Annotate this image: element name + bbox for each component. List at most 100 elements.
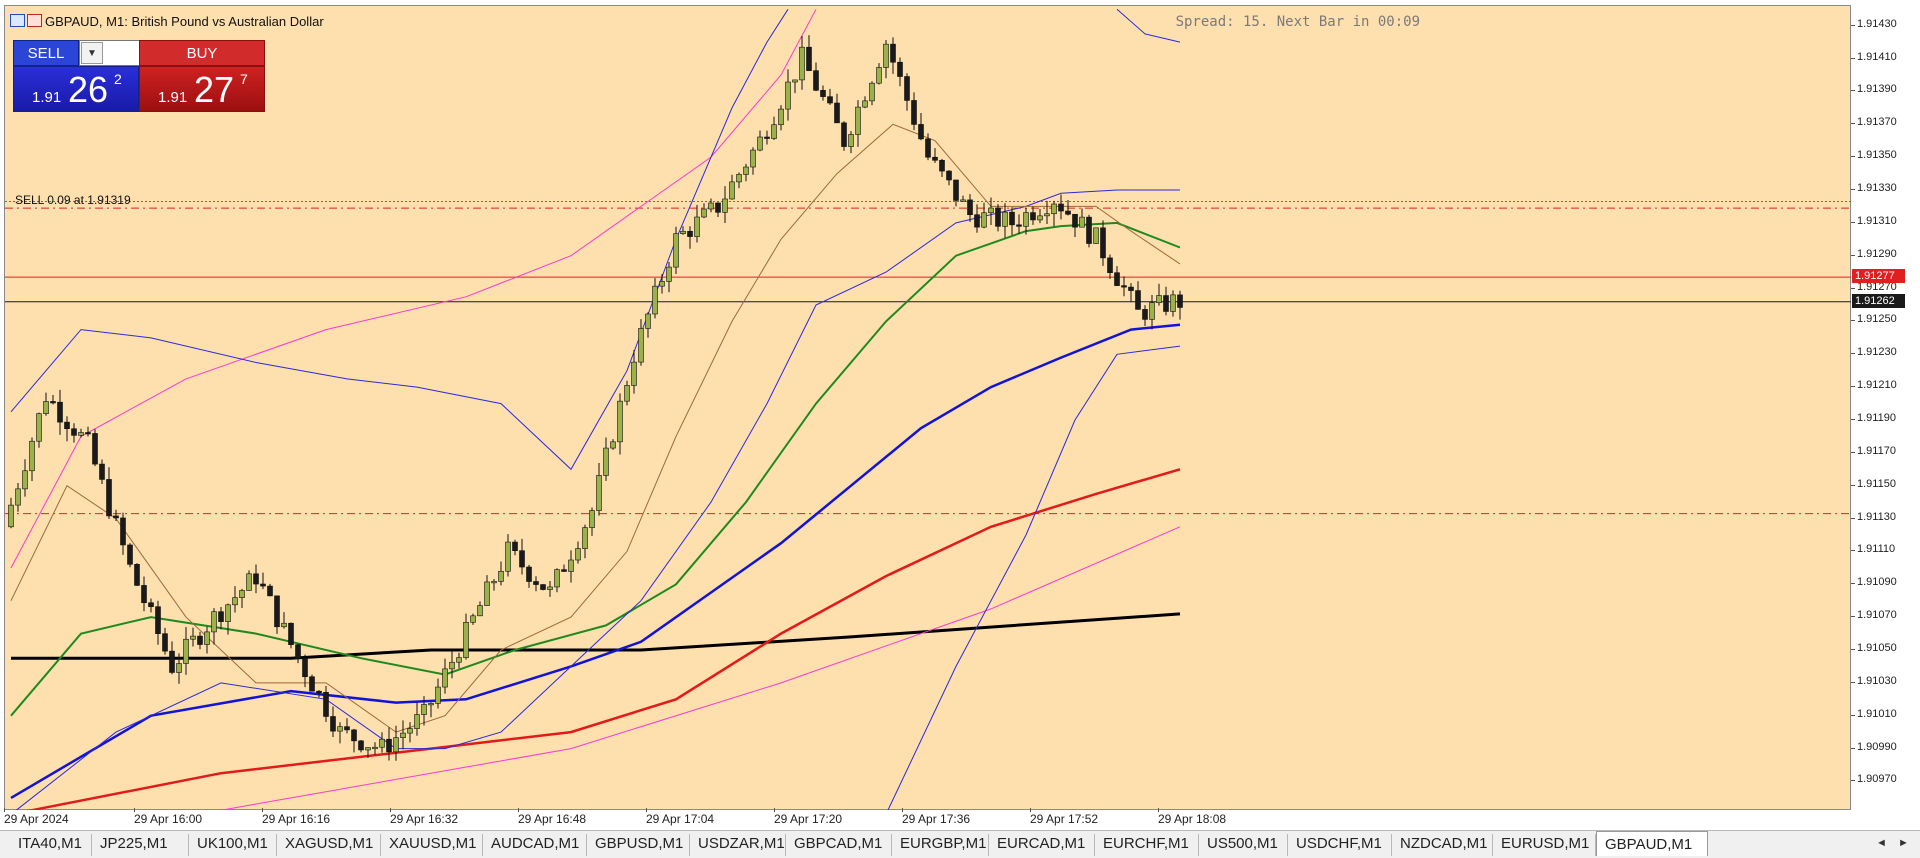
candle-body [253,573,259,585]
tab-eurusd-m1[interactable]: EURUSD,M1 [1493,834,1596,856]
price-tick-label: 1.90990 [1851,740,1897,753]
candle-body [953,179,959,201]
price-tick-label: 1.91410 [1851,50,1897,63]
candle-body [575,548,581,561]
candle-body [666,266,672,282]
ask-price-tag: 1.91277 [1852,269,1905,284]
candle-body [743,166,749,175]
candle-body [673,233,679,268]
candle-body [1037,215,1043,221]
symbol-title: GBPAUD, M1: British Pound vs Australian … [45,14,324,29]
candle-body [862,100,868,108]
tab-gbpusd-m1[interactable]: GBPUSD,M1 [587,834,690,856]
candle-body [1177,294,1183,308]
candle-body [365,747,371,751]
candle-body [981,212,987,228]
buy-price-box[interactable]: 1.91 27 7 [139,66,265,112]
tab-usdzar-m1[interactable]: USDZAR,M1 [690,834,786,856]
candle-body [771,124,777,139]
buy-button[interactable]: BUY [139,40,265,66]
price-tick-label: 1.91050 [1851,642,1897,654]
candle-body [589,510,595,528]
bid-price-tag: 1.91262 [1852,293,1905,308]
chart-window[interactable]: GBPAUD, M1: British Pound vs Australian … [0,0,1920,848]
candle-body [498,570,504,582]
candle-body [120,517,126,546]
candle-body [22,470,28,490]
candle-body [897,61,903,77]
chart-plot-area[interactable]: GBPAUD, M1: British Pound vs Australian … [4,5,1852,848]
buy-price-prefix: 1.91 [158,89,188,106]
candle-body [785,81,791,110]
candle-body [393,737,399,753]
sell-price-box[interactable]: 1.91 26 2 [13,66,139,112]
candle-body [820,90,826,97]
candle-body [442,668,448,688]
time-axis[interactable]: 29 Apr 2024 29 Apr 16:00 29 Apr 16:16 29 Ap… [4,808,1851,830]
price-tick-label: 1.91110 [1850,543,1896,556]
candle-body [911,100,917,125]
tab-us500-m1[interactable]: US500,M1 [1199,834,1288,856]
tab-eurchf-m1[interactable]: EURCHF,M1 [1095,834,1199,856]
price-tick-label: 1.91350 [1851,149,1897,162]
candle-body [1058,203,1064,212]
tab-xauusd-m1[interactable]: XAUUSD,M1 [381,834,483,856]
candle-body [1100,227,1106,259]
candle-body [225,604,231,622]
sell-button[interactable]: SELL [13,40,79,66]
candle-body [463,621,469,658]
candle-body [106,479,112,517]
candle-body [162,633,168,652]
tab-xagusd-m1[interactable]: XAGUSD,M1 [277,834,381,856]
time-tick-label: 29 Apr 16:32 [390,808,459,826]
sell-price-pips: 26 [68,69,109,110]
tab-audcad-m1[interactable]: AUDCAD,M1 [483,834,587,856]
tab-uk100-m1[interactable]: UK100,M1 [189,834,277,856]
candle-body [1072,213,1078,228]
candle-body [883,43,889,68]
candle-body [337,726,343,732]
candle-body [610,441,616,449]
candle-body [78,432,84,436]
candle-body [701,208,707,218]
price-tick-label: 1.91390 [1851,83,1897,96]
candle-body [904,76,910,101]
tab-ita40-m1[interactable]: ITA40,M1 [10,834,92,856]
tab-nzdcad-m1[interactable]: NZDCAD,M1 [1392,834,1493,856]
candle-body [512,541,518,551]
candle-body [246,573,252,591]
candle-body [239,590,245,598]
candle-body [141,585,147,604]
trade-label[interactable]: SELL 0.09 at 1.91319 [15,193,131,207]
tabs-scroll-left-icon[interactable]: ◄ [1876,837,1887,849]
tab-gbpcad-m1[interactable]: GBPCAD,M1 [786,834,892,856]
candle-body [729,181,735,200]
tab-gbpaud-m1[interactable]: GBPAUD,M1 [1596,831,1708,856]
tab-eurgbp-m1[interactable]: EURGBP,M1 [892,834,989,856]
candle-body [400,732,406,738]
candle-body [267,585,273,597]
candle-body [134,564,140,586]
candle-body [288,622,294,645]
candle-body [624,385,630,402]
candle-body [995,207,1001,227]
candle-body [869,82,875,102]
candle-body [694,216,700,237]
tabs-scroll-right-icon[interactable]: ► [1898,837,1909,849]
candle-body [50,401,56,404]
tab-usdchf-m1[interactable]: USDCHF,M1 [1288,834,1392,856]
candle-body [876,67,882,84]
candle-body [722,198,728,213]
time-tick-label: 29 Apr 17:20 [774,808,843,826]
candle-body [988,207,994,214]
indicator-bb_upper_right [1116,8,1181,43]
candle-body [148,602,154,607]
candle-body [1156,295,1162,303]
candlestick-chart [5,8,1852,848]
lot-decrease-button[interactable]: ▼ [81,42,103,64]
sell-price-fraction: 2 [114,71,122,87]
tab-eurcad-m1[interactable]: EURCAD,M1 [989,834,1095,856]
candle-body [939,159,945,172]
tab-jp225-m1[interactable]: JP225,M1 [92,834,189,856]
price-axis[interactable]: 1.91430 1.91410 1.91390 1.91370 1.91350 1.913… [1850,5,1920,810]
